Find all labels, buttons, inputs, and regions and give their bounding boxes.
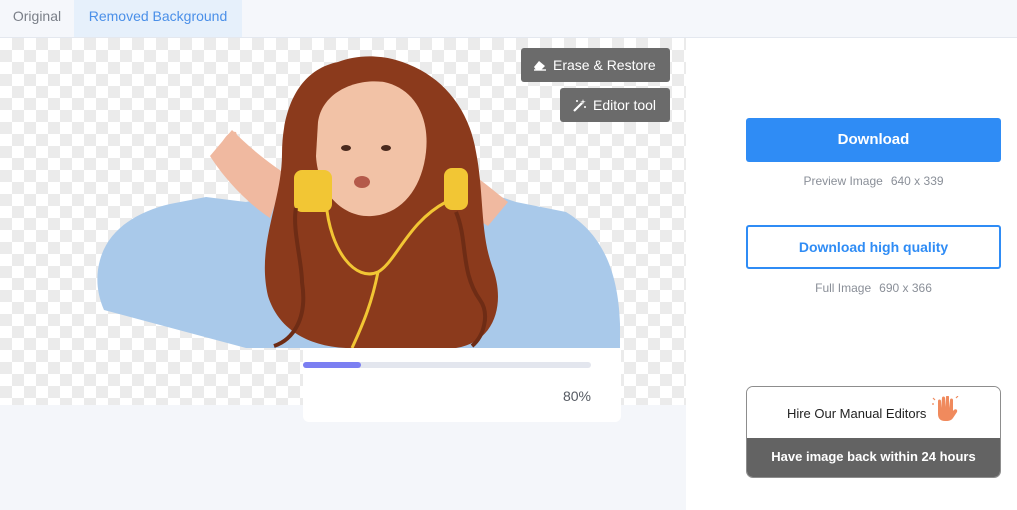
hire-editors-title: Hire Our Manual Editors (786, 406, 927, 421)
editor-tool-button[interactable]: Editor tool (560, 88, 671, 122)
processing-progress-card: 80% (303, 348, 621, 422)
erase-restore-label: Erase & Restore (553, 57, 656, 73)
hire-editors-card[interactable]: Hire Our Manual Editors Have image back … (746, 386, 1001, 478)
hand-icon (932, 395, 959, 421)
magic-wand-icon (573, 99, 586, 113)
tab-original[interactable]: Original (0, 0, 74, 37)
preview-size: 640 x 339 (890, 174, 944, 188)
full-image-info: Full Image 690 x 366 (746, 281, 1001, 295)
hire-editors-header: Hire Our Manual Editors (747, 387, 1000, 438)
tab-removed-background[interactable]: Removed Background (74, 0, 242, 37)
editor-tool-label: Editor tool (593, 97, 657, 113)
download-button[interactable]: Download (746, 118, 1001, 162)
erase-restore-button[interactable]: Erase & Restore (521, 48, 670, 82)
progress-fill (303, 362, 361, 368)
tab-bar: Original Removed Background (0, 0, 1017, 38)
full-size: 690 x 366 (879, 281, 932, 295)
hire-editors-subtitle: Have image back within 24 hours (747, 438, 1000, 477)
preview-image-info: Preview Image 640 x 339 (746, 174, 1001, 188)
preview-caption: Preview Image (803, 174, 883, 188)
full-caption: Full Image (815, 281, 872, 295)
progress-percent: 80% (562, 388, 591, 404)
download-high-quality-button[interactable]: Download high quality (746, 225, 1001, 269)
eraser-icon (534, 61, 546, 71)
progress-track (303, 362, 591, 368)
